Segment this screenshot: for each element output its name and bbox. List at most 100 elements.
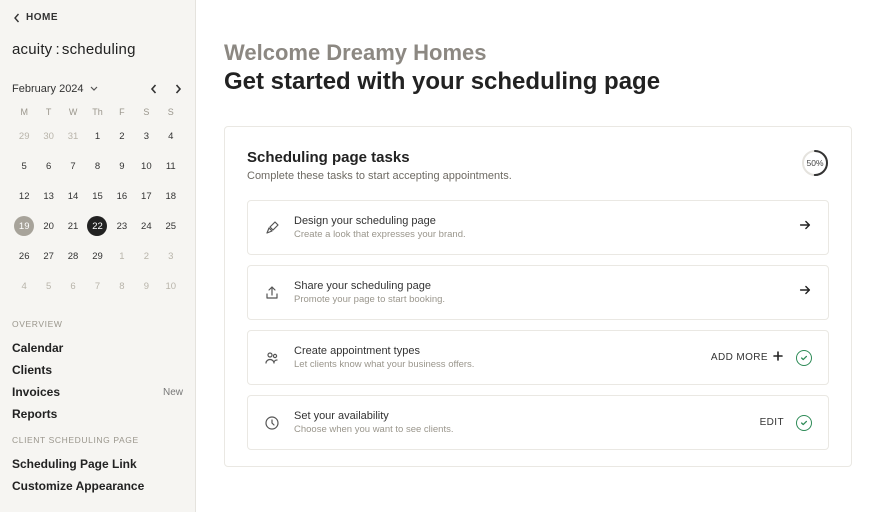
nav-item[interactable]: Reports [12, 403, 183, 425]
edit-button[interactable]: EDIT [760, 417, 784, 428]
nav-item-label: Reports [12, 407, 57, 421]
clock-icon [264, 415, 280, 431]
calendar-day[interactable]: 30 [36, 121, 60, 151]
calendar-day[interactable]: 29 [12, 121, 36, 151]
calendar-day[interactable]: 23 [110, 211, 134, 241]
calendar-next-button[interactable] [173, 84, 183, 94]
welcome-text: Welcome Dreamy Homes [224, 40, 852, 66]
calendar-day[interactable]: 20 [36, 211, 60, 241]
task-row[interactable]: Design your scheduling page Create a look… [247, 200, 829, 255]
calendar-day[interactable]: 3 [159, 241, 183, 271]
calendar-dow: W [61, 103, 85, 121]
task-row[interactable]: Share your scheduling pagePromote your p… [247, 265, 829, 320]
calendar-day[interactable]: 4 [159, 121, 183, 151]
arrow-right-icon[interactable] [798, 283, 812, 302]
calendar-dow: S [159, 103, 183, 121]
arrow-right-icon[interactable] [798, 218, 812, 237]
calendar-day[interactable]: 27 [36, 241, 60, 271]
calendar-day[interactable]: 24 [134, 211, 158, 241]
calendar-day[interactable]: 29 [85, 241, 109, 271]
nav-overview: Calendar Clients InvoicesNew Reports [12, 337, 183, 425]
calendar-day[interactable]: 28 [61, 241, 85, 271]
calendar-day[interactable]: 2 [110, 121, 134, 151]
calendar-day[interactable]: 31 [61, 121, 85, 151]
calendar-day[interactable]: 1 [85, 121, 109, 151]
nav-csp: Scheduling Page Link Customize Appearance [12, 453, 183, 497]
calendar-day[interactable]: 21 [61, 211, 85, 241]
calendar-dow: M [12, 103, 36, 121]
calendar-day[interactable]: 12 [12, 181, 36, 211]
calendar-day[interactable]: 18 [159, 181, 183, 211]
task-title: Share your scheduling page [294, 280, 798, 292]
addmore-button[interactable]: ADD MORE [711, 350, 784, 365]
calendar-day[interactable]: 13 [36, 181, 60, 211]
calendar-day[interactable]: 8 [85, 151, 109, 181]
task-desc: Choose when you want to see clients. [294, 424, 760, 435]
calendar-day[interactable]: 10 [159, 271, 183, 301]
nav-item[interactable]: Scheduling Page Link [12, 453, 183, 475]
calendar-day[interactable]: 17 [134, 181, 158, 211]
calendar-grid: MTWThFSS29303112345678910111213141516171… [12, 103, 183, 301]
check-icon [796, 415, 812, 431]
nav-item[interactable]: Customize Appearance [12, 475, 183, 497]
calendar-day[interactable]: 26 [12, 241, 36, 271]
home-link[interactable]: HOME [12, 12, 183, 23]
nav-item-label: Scheduling Page Link [12, 457, 137, 471]
nav-item-label: Customize Appearance [12, 479, 144, 493]
calendar-day[interactable]: 16 [110, 181, 134, 211]
progress-ring: 50% [801, 149, 829, 177]
calendar-day[interactable]: 25 [159, 211, 183, 241]
calendar-day[interactable]: 8 [110, 271, 134, 301]
calendar-day[interactable]: 5 [12, 151, 36, 181]
calendar-day[interactable]: 9 [110, 151, 134, 181]
tasks-title: Scheduling page tasks [247, 149, 512, 166]
calendar-day[interactable]: 5 [36, 271, 60, 301]
nav-item[interactable]: Calendar [12, 337, 183, 359]
calendar-month-label: February 2024 [12, 83, 84, 95]
nav-item-label: Invoices [12, 385, 60, 399]
nav-item[interactable]: Clients [12, 359, 183, 381]
calendar-day[interactable]: 19 [12, 211, 36, 241]
chevron-left-icon [12, 13, 22, 23]
brush-icon [264, 220, 280, 236]
calendar-header: February 2024 [12, 83, 183, 95]
nav-item-label: Clients [12, 363, 52, 377]
calendar-day[interactable]: 2 [134, 241, 158, 271]
calendar-day[interactable]: 4 [12, 271, 36, 301]
calendar-month-picker[interactable]: February 2024 [12, 83, 98, 95]
calendar-day[interactable]: 22 [85, 211, 109, 241]
calendar-prev-button[interactable] [149, 84, 159, 94]
share-icon [264, 285, 280, 301]
tasks-card: Scheduling page tasks Complete these tas… [224, 126, 852, 467]
task-desc: Let clients know what your business offe… [294, 359, 711, 370]
task-desc: Create a look that expresses your brand. [294, 229, 798, 240]
calendar-dow: S [134, 103, 158, 121]
calendar-day[interactable]: 14 [61, 181, 85, 211]
task-row[interactable]: Set your availabilityChoose when you wan… [247, 395, 829, 450]
calendar-day[interactable]: 3 [134, 121, 158, 151]
nav-item[interactable]: InvoicesNew [12, 381, 183, 403]
main-content: Welcome Dreamy Homes Get started with yo… [196, 0, 880, 512]
calendar-dow: T [36, 103, 60, 121]
people-icon [264, 350, 280, 366]
calendar-day[interactable]: 1 [110, 241, 134, 271]
plus-icon [772, 350, 784, 365]
calendar-day[interactable]: 7 [61, 151, 85, 181]
home-label: HOME [26, 12, 58, 23]
task-row[interactable]: Create appointment types Let clients know… [247, 330, 829, 385]
task-title: Create appointment types [294, 345, 711, 357]
page-headline: Get started with your scheduling page [224, 68, 852, 96]
brand-logo: acuity : scheduling [12, 41, 183, 59]
sidebar: HOME acuity : scheduling February 2024 M… [0, 0, 196, 512]
task-title: Design your scheduling page [294, 215, 798, 227]
calendar-day[interactable]: 6 [36, 151, 60, 181]
calendar-day[interactable]: 7 [85, 271, 109, 301]
calendar-day[interactable]: 10 [134, 151, 158, 181]
task-actions: ADD MORE [711, 350, 812, 366]
calendar-day[interactable]: 15 [85, 181, 109, 211]
task-actions: EDIT [760, 415, 812, 431]
calendar-day[interactable]: 6 [61, 271, 85, 301]
progress-percent: 50% [801, 149, 829, 177]
calendar-day[interactable]: 11 [159, 151, 183, 181]
calendar-day[interactable]: 9 [134, 271, 158, 301]
